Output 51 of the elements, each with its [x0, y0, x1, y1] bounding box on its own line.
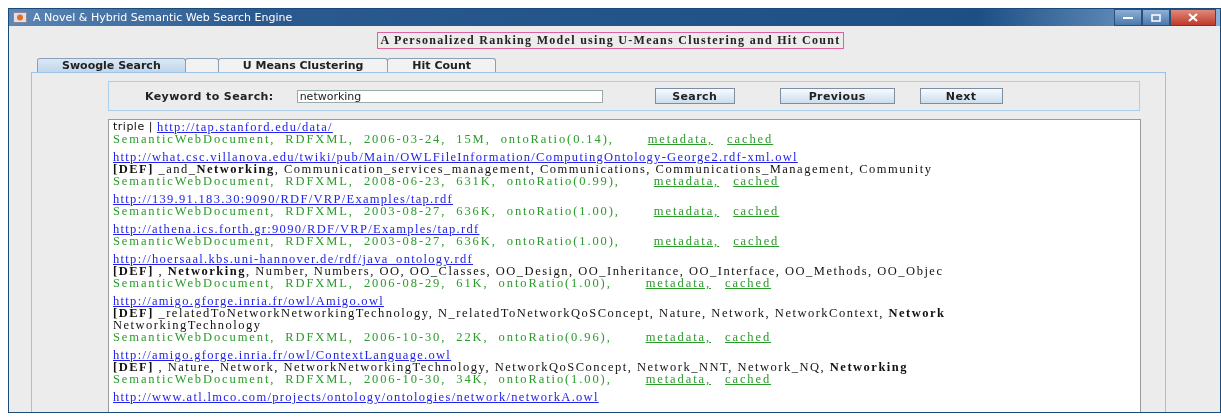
result-link[interactable]: http://amigo.gforge.inria.fr/owl/Amigo.owl	[113, 295, 384, 307]
result-metadata: SemanticWebDocument, RDFXML, 2006-10-30, 34K, ontoRatio(1.00),	[113, 373, 612, 385]
result-link[interactable]: http://amigo.gforge.inria.fr/owl/ContextLanguage.owl	[113, 349, 452, 361]
definition-text: [DEF] _relatedToNetworkNetworkingTechnology, N_relatedToNetworkQoSConcept, Nature, Network, NetworkContext, Network	[113, 307, 946, 319]
metadata-link[interactable]: metadata,	[653, 205, 720, 217]
cached-link[interactable]: cached	[727, 133, 774, 145]
result-link[interactable]: http://what.csc.villanova.edu/twiki/pub/Main/OWLFileInformation/ComputingOntology-George2.rdf-xml.owl	[113, 151, 798, 163]
cached-link[interactable]: cached	[733, 235, 780, 247]
cached-link[interactable]: cached	[725, 373, 772, 385]
maximize-icon	[1151, 13, 1161, 22]
result-metadata: SemanticWebDocument, RDFXML, 2008-06-23, 631K, ontoRatio(0.99),	[113, 175, 620, 187]
result-link[interactable]: http://tap.stanford.edu/data/	[156, 121, 333, 133]
close-icon	[1188, 13, 1198, 22]
result-link[interactable]: http://hoersaal.kbs.uni-hannover.de/rdf/java_ontology.rdf	[113, 253, 474, 265]
close-button[interactable]	[1170, 9, 1216, 26]
result-metadata: SemanticWebDocument, RDFXML, 2003-08-27, 636K, ontoRatio(1.00),	[113, 205, 620, 217]
app-icon	[13, 12, 27, 23]
keyword-field[interactable]: networking	[296, 89, 603, 103]
result-type: triple |	[113, 121, 154, 133]
result-link[interactable]: http://www.atl.lmco.com/projects/ontology/ontologies/network/networkA.owl	[113, 391, 599, 403]
definition-text: [DEF] _and_Networking, Communication_services_management, Communications, Communications_Management, Community	[113, 163, 933, 175]
result-metadata: SemanticWebDocument, RDFXML, 2006-03-24, 15M, ontoRatio(0.14),	[113, 133, 614, 145]
window-title: A Novel & Hybrid Semantic Web Search Engine	[33, 11, 293, 24]
definition-text: [DEF] , Nature, Network, NetworkNetworkingTechnology, NetworkQoSConcept, Network_NNT, Network_NQ, Networking	[113, 361, 909, 373]
cached-link[interactable]: cached	[733, 205, 780, 217]
search-button[interactable]: Search	[654, 88, 735, 104]
metadata-link[interactable]: metadata,	[645, 331, 711, 343]
minimize-button[interactable]	[1114, 9, 1142, 26]
metadata-link[interactable]: metadata,	[647, 133, 714, 145]
metadata-link[interactable]: metadata,	[653, 175, 720, 187]
tab[interactable]: Swoogle Search	[37, 58, 186, 72]
metadata-link[interactable]: metadata,	[645, 277, 711, 289]
result-link[interactable]: http://athena.ics.forth.gr:9090/RDF/VRP/Examples/tap.rdf	[113, 223, 480, 235]
tab[interactable]: Hit Count	[387, 58, 496, 72]
result-metadata: SemanticWebDocument, RDFXML, 2006-10-30, 22K, ontoRatio(0.96),	[113, 331, 612, 343]
maximize-button[interactable]	[1142, 9, 1170, 26]
definition-text: NetworkingTechnology	[113, 319, 262, 331]
result-metadata: SemanticWebDocument, RDFXML, 2003-08-27, 636K, ontoRatio(1.00),	[113, 235, 620, 247]
keyword-label: Keyword to Search:	[145, 89, 274, 103]
metadata-link[interactable]: metadata,	[653, 235, 720, 247]
cached-link[interactable]: cached	[733, 175, 780, 187]
definition-text: [DEF] , Networking, Number, Numbers, OO, OO_Classes, OO_Design, OO_Inheritance, OO_Interface, OO_Methods, OO_Objec	[113, 265, 944, 277]
tab[interactable]: U Means Clustering	[217, 58, 389, 72]
app-heading: A Personalized Ranking Model using U-Means Clustering and Hit Count	[377, 32, 844, 49]
cached-link[interactable]: cached	[725, 277, 772, 289]
metadata-link[interactable]: metadata,	[645, 373, 711, 385]
cached-link[interactable]: cached	[725, 331, 772, 343]
result-link[interactable]: http://139.91.183.30:9090/RDF/VRP/Examples/tap.rdf	[113, 193, 453, 205]
next-button[interactable]: Next	[919, 88, 1003, 104]
result-metadata: SemanticWebDocument, RDFXML, 2006-08-29, 61K, ontoRatio(1.00),	[113, 277, 612, 289]
previous-button[interactable]: Previous	[779, 88, 895, 104]
